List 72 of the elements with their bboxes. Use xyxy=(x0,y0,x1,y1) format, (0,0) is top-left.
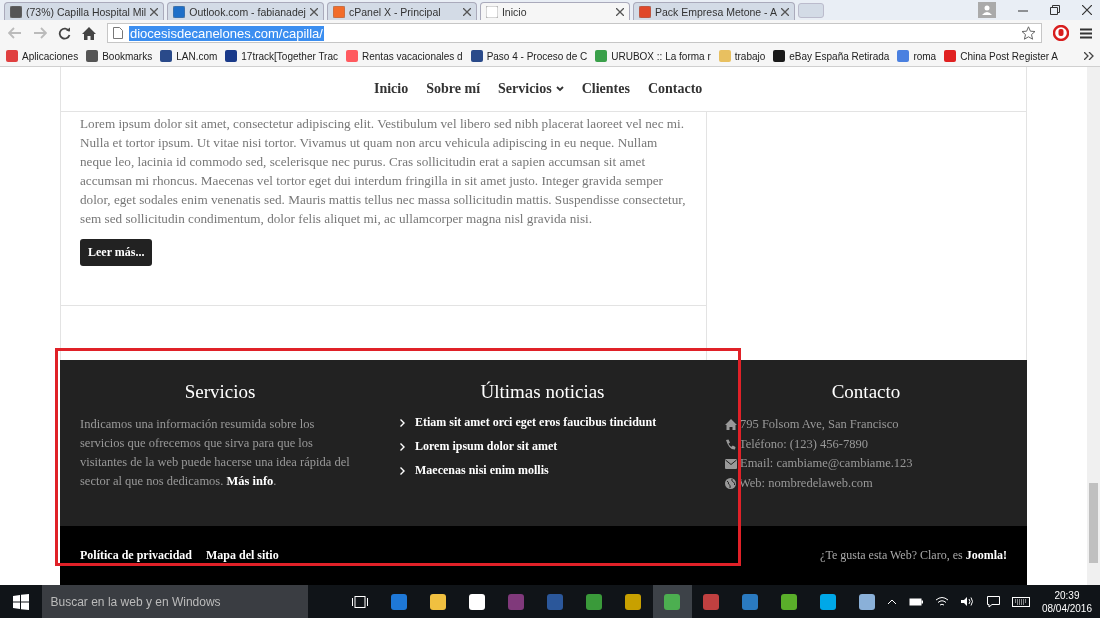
page-icon xyxy=(113,27,123,39)
battery-icon[interactable] xyxy=(908,597,923,606)
menu-icon[interactable] xyxy=(1080,27,1092,39)
windows-icon[interactable] xyxy=(13,593,29,610)
contact-text: 795 Folsom Ave, San Francisco xyxy=(740,416,899,433)
bookmark[interactable]: eBay España Retirada xyxy=(773,50,890,62)
browser-tab[interactable]: Pack Empresa Metone - A xyxy=(632,2,795,20)
bookmark[interactable]: Bookmarks xyxy=(86,50,153,62)
globe-icon xyxy=(725,477,736,489)
bookmark[interactable]: Aplicaciones xyxy=(6,50,79,62)
star-icon[interactable] xyxy=(1021,26,1036,40)
chevron-up-icon[interactable] xyxy=(886,598,897,605)
browser-tab[interactable]: cPanel X - Principal xyxy=(326,2,477,20)
browser-tab[interactable]: (73%) Capilla Hospital Mil xyxy=(4,2,165,20)
home-icon[interactable] xyxy=(82,26,96,40)
bookmark[interactable]: roma xyxy=(897,50,937,62)
close-icon[interactable] xyxy=(150,7,159,16)
credit-text: ¿Te gusta esta Web? Claro, es Joomla! xyxy=(820,548,1007,563)
reload-icon[interactable] xyxy=(58,26,71,40)
chevron-icon xyxy=(400,466,405,475)
notification-icon[interactable] xyxy=(986,595,1000,608)
more-icon[interactable] xyxy=(1084,52,1094,60)
keyboard-icon[interactable] xyxy=(1011,596,1030,607)
chevron-icon xyxy=(400,442,405,451)
contact-text: Email: cambiame@cambiame.123 xyxy=(740,455,913,472)
bookmark[interactable]: URUBOX :: La forma r xyxy=(595,50,711,62)
search-field[interactable]: Buscar en la web y en Windows xyxy=(41,585,309,618)
caret-icon xyxy=(555,86,564,92)
scrollbar[interactable] xyxy=(1087,67,1100,585)
close-icon[interactable] xyxy=(1082,5,1092,15)
nav-link[interactable]: Contacto xyxy=(647,81,703,97)
envelope-icon xyxy=(725,458,737,469)
close-icon[interactable] xyxy=(615,7,624,16)
bookmark[interactable]: China Post Register A xyxy=(944,50,1058,62)
footer-link[interactable]: Mapa del sitio xyxy=(206,548,279,563)
clock-date: 08/04/2016 xyxy=(1041,601,1092,615)
nav-link[interactable]: Sobre mí xyxy=(426,81,481,97)
footer-link[interactable]: Política de privacidad xyxy=(80,548,192,563)
close-icon[interactable] xyxy=(309,7,318,16)
bookmark[interactable]: 17track[Together Trac xyxy=(225,50,338,62)
bookmark[interactable]: trabajo xyxy=(718,50,766,62)
task-view-icon[interactable] xyxy=(352,595,368,608)
speaker-icon[interactable] xyxy=(960,596,975,607)
nav-link[interactable]: Inicio xyxy=(374,81,409,97)
home-icon xyxy=(725,419,737,431)
news-link[interactable]: Lorem ipsum dolor sit amet xyxy=(415,439,558,454)
contact-text: Web: nombredelaweb.com xyxy=(739,474,873,492)
close-icon[interactable] xyxy=(462,7,471,16)
bookmark[interactable]: Paso 4 - Proceso de C xyxy=(470,50,588,62)
column-heading: Servicios xyxy=(183,381,257,403)
stop-sign-icon[interactable] xyxy=(1053,25,1069,41)
news-link[interactable]: Etiam sit amet orci eget eros faucibus tincidunt xyxy=(415,415,657,430)
column-heading: Contacto xyxy=(830,381,902,403)
nav-link[interactable]: Servicios xyxy=(498,81,564,97)
contact-text: Teléfono: (123) 456-7890 xyxy=(739,435,868,453)
column-heading: Últimas noticias xyxy=(479,381,606,403)
nav-link[interactable]: Clientes xyxy=(581,81,630,97)
news-link[interactable]: Maecenas nisi enim mollis xyxy=(415,463,549,478)
article-text: Lorem ipsum dolor sit amet, consectetur adipiscing elit. Vestibulum vel libero sed nibh placerat laoreet vel nec mi. Nulla et tortor ipsum. Ut vitae nisi tortor. Vivamus ut quam non arcu vehicula adipiscing in eu neque. Nullam neque leo, lacinia id commodo sed, scelerisque nec purus. Cras sollicitudin erat a sapien accumsan sit amet accumsan mi rhoncus. Maecenas vel tortor eget dui interdum fringilla in sit amet justo. Integer gravida semper dolor, eget sodales enim venenatis sed. Mauris mattis tellus nec massa sollicitudin mattis. Suspendisse consectetur, sem sed sollicitudin condimentum, dolor felis aliquet mi, ac ullamcorper magna nisl gravida nisi. xyxy=(80,115,687,228)
taskbar-app[interactable] xyxy=(652,585,692,618)
chevron-icon xyxy=(400,418,405,427)
browser-tab[interactable]: Outlook.com - fabianadej xyxy=(167,2,324,20)
clock-time: 20:39 xyxy=(1054,588,1080,602)
close-icon[interactable] xyxy=(780,7,789,16)
read-more-button[interactable]: Leer más... xyxy=(80,239,153,266)
wifi-icon[interactable] xyxy=(934,596,949,607)
browser-tab[interactable]: Inicio xyxy=(479,2,630,20)
phone-icon xyxy=(725,438,736,450)
restore-icon[interactable] xyxy=(1050,5,1060,15)
bookmark[interactable]: LAN.com xyxy=(160,50,218,62)
services-text: Indicamos una información resumida sobre los servicios que ofrecemos que sirva para que los visitantes de la web puede hacerse una idea rápida del sector al que nos dedicamos. Más info. xyxy=(80,416,351,490)
bookmark[interactable]: Rentas vacacionales d xyxy=(346,50,463,62)
